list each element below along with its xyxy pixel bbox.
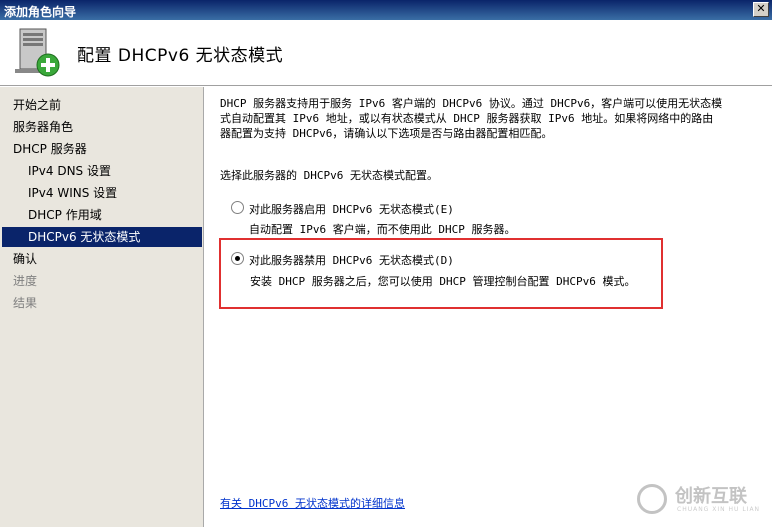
step-dhcpv6-stateless[interactable]: DHCPv6 无状态模式 [2,227,202,247]
step-before-you-begin[interactable]: 开始之前 [0,95,203,115]
description-line: DHCP 服务器支持用于服务 IPv6 客户端的 DHCPv6 协议。通过 DH… [220,97,723,110]
disable-stateless-label[interactable]: 对此服务器禁用 DHCPv6 无状态模式(D) [249,252,454,268]
wizard-header: 配置 DHCPv6 无状态模式 [0,20,772,86]
enable-stateless-radio[interactable] [231,201,244,214]
step-results: 结果 [13,296,38,310]
watermark-text: 创新互联 [675,486,747,507]
title-bar: 添加角色向导 ✕ [0,0,772,20]
window-title: 添加角色向导 [4,5,77,19]
server-add-icon [15,28,60,77]
step-ipv4-dns[interactable]: IPv4 DNS 设置 [0,161,203,181]
step-confirmation[interactable]: 确认 [0,249,203,269]
step-dhcp-scope[interactable]: DHCP 作用域 [0,205,203,225]
disable-stateless-radio[interactable] [231,252,244,265]
description: DHCP 服务器支持用于服务 IPv6 客户端的 DHCPv6 协议。通过 DH… [220,96,760,141]
option-prompt: 选择此服务器的 DHCPv6 无状态模式配置。 [220,169,438,182]
description-line: 式自动配置其 IPv6 地址，或以有状态模式从 DHCP 服务器获取 IPv6 … [220,112,714,125]
wizard-steps-sidebar: 开始之前 服务器角色 DHCP 服务器 IPv4 DNS 设置 IPv4 WIN… [0,87,204,527]
enable-stateless-description: 自动配置 IPv6 客户端，而不使用此 DHCP 服务器。 [249,223,516,236]
disable-stateless-description: 安装 DHCP 服务器之后，您可以使用 DHCP 管理控制台配置 DHCPv6 … [250,275,636,288]
step-server-roles[interactable]: 服务器角色 [0,117,203,137]
page-title: 配置 DHCPv6 无状态模式 [77,46,284,66]
step-ipv4-wins[interactable]: IPv4 WINS 设置 [0,183,203,203]
enable-stateless-label[interactable]: 对此服务器启用 DHCPv6 无状态模式(E) [249,201,454,217]
watermark-subtext: CHUANG XIN HU LIAN [677,506,761,513]
description-line: 器配置为支持 DHCPv6，请确认以下选项是否与路由器配置相匹配。 [220,127,553,140]
close-button[interactable]: ✕ [753,2,769,17]
more-info-link[interactable]: 有关 DHCPv6 无状态模式的详细信息 [220,495,405,511]
wizard-content: DHCP 服务器支持用于服务 IPv6 客户端的 DHCPv6 协议。通过 DH… [205,87,772,527]
watermark-logo-icon [637,484,667,514]
watermark: 创新互联 CHUANG XIN HU LIAN [637,480,767,520]
step-dhcp-server[interactable]: DHCP 服务器 [0,139,203,159]
step-progress: 进度 [13,274,38,288]
